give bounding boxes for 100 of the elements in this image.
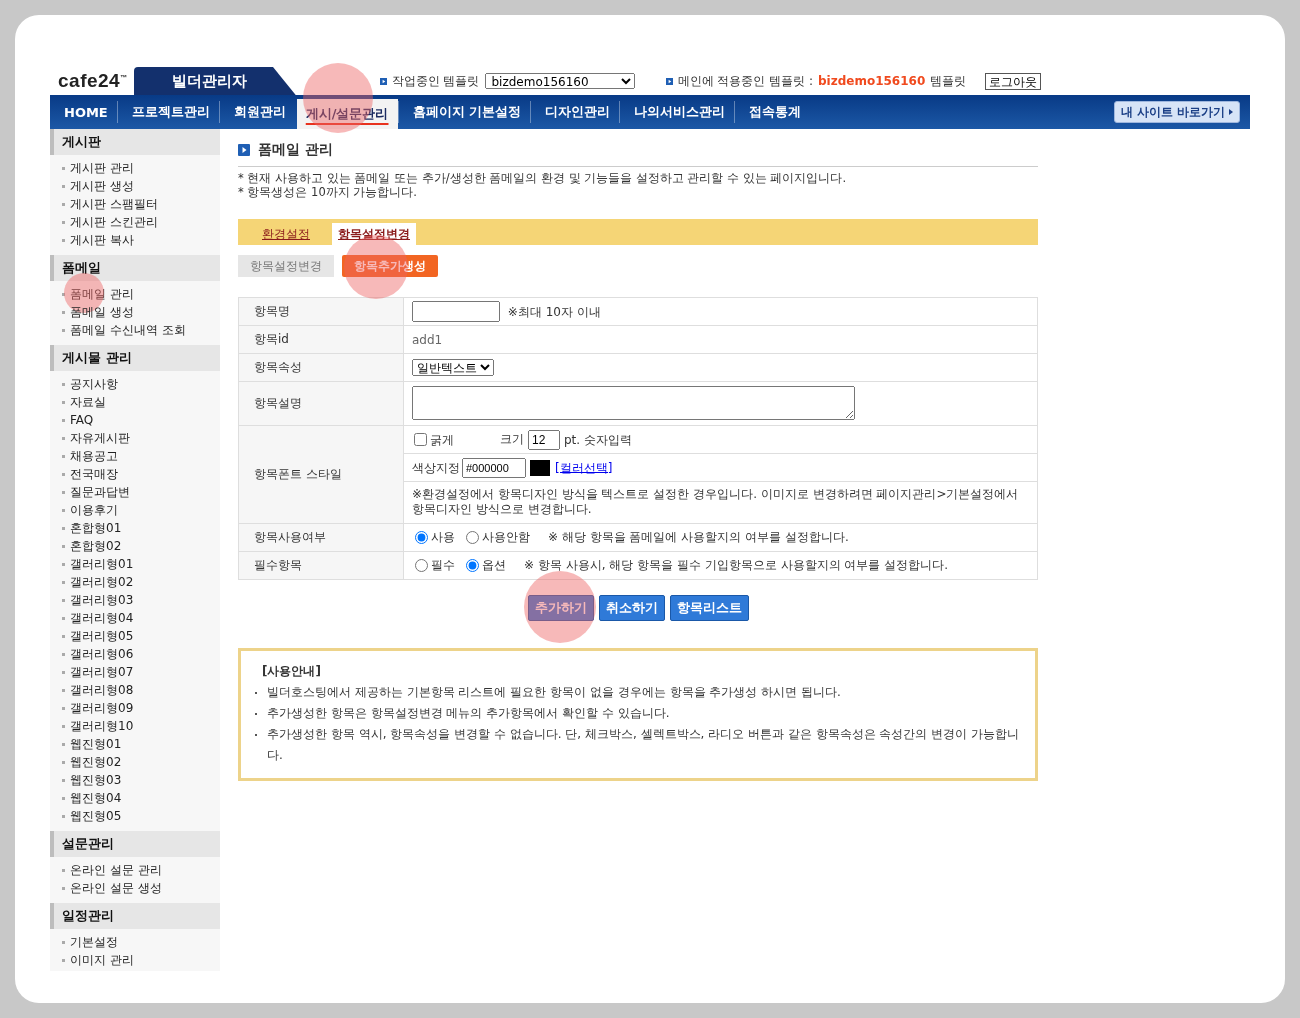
field-value: add1 bbox=[412, 332, 443, 347]
sidebar-item[interactable]: 갤러리형10 bbox=[70, 717, 134, 735]
note-text: * 항목생성은 10까지 가능합니다. bbox=[238, 185, 418, 199]
radio-label: 사용안함 bbox=[482, 530, 530, 544]
guide-text: 추가생성한 항목 역시, 항목속성을 변경할 수 없습니다. 단, 체크박스, 셀렉트박스, 라디오 버튼과 같은 항목속성은 속성간의 변경이 가능합니다. bbox=[267, 726, 1021, 764]
logout-button[interactable]: 로그아웃 bbox=[985, 72, 1042, 90]
nav-tab[interactable]: 게시/설문관리 bbox=[296, 99, 398, 129]
sidebar-heading: 게시판 bbox=[50, 129, 220, 155]
sidebar-heading: 게시물 관리 bbox=[50, 345, 220, 371]
sidebar-item[interactable]: 채용공고 bbox=[70, 447, 118, 465]
sidebar-item[interactable]: 자료실 bbox=[70, 393, 106, 411]
sidebar-item[interactable]: 온라인 설문 생성 bbox=[70, 879, 162, 897]
arrow-icon bbox=[1229, 108, 1233, 116]
field-label: 항목설명 bbox=[238, 381, 404, 426]
sidebar-item[interactable]: 혼합형02 bbox=[70, 537, 122, 555]
section-icon bbox=[238, 144, 250, 156]
input-field[interactable] bbox=[412, 301, 500, 322]
nav-tab[interactable]: 홈페이지 기본설정 bbox=[397, 101, 531, 123]
sidebar-item[interactable]: 갤러리형06 bbox=[70, 645, 134, 663]
sidebar-item[interactable]: 게시판 스킨관리 bbox=[70, 213, 158, 231]
template-label: 메인에 적용중인 템플릿 : bbox=[677, 72, 813, 90]
radio-label: 필수 bbox=[431, 558, 455, 572]
sidebar-item[interactable]: 폼메일 관리 bbox=[70, 285, 134, 303]
field-label: 항목폰트 스타일 bbox=[238, 425, 404, 524]
sidebar-item[interactable]: 웹진형02 bbox=[70, 753, 122, 771]
description-field[interactable] bbox=[412, 386, 855, 420]
nav-tab[interactable]: 회원관리 bbox=[218, 101, 295, 123]
sidebar-item[interactable]: 혼합형01 bbox=[70, 519, 122, 537]
tab[interactable]: 항목설정변경 bbox=[332, 223, 416, 245]
sidebar-item[interactable]: 이용후기 bbox=[70, 501, 118, 519]
sidebar-item[interactable]: 온라인 설문 관리 bbox=[70, 861, 162, 879]
sidebar-item[interactable]: 웹진형03 bbox=[70, 771, 122, 789]
color-picker-link[interactable]: [컬러선택] bbox=[555, 460, 613, 474]
sidebar-item[interactable]: 이미지 관리 bbox=[70, 951, 134, 969]
radio-label: 옵션 bbox=[482, 558, 506, 572]
radio-button[interactable] bbox=[466, 531, 479, 544]
nav-tab[interactable]: 디자인관리 bbox=[530, 101, 620, 123]
sidebar-item[interactable]: 질문과답변 bbox=[70, 483, 130, 501]
sidebar-item[interactable]: 전국매장 bbox=[70, 465, 118, 483]
unit-text: pt. 숫자입력 bbox=[564, 432, 632, 446]
template-select[interactable]: bizdemo156160 bbox=[484, 73, 635, 89]
size-label: 크기 bbox=[500, 432, 524, 446]
sidebar-item[interactable]: 자유게시판 bbox=[70, 429, 130, 447]
sidebar-item[interactable]: 게시판 복사 bbox=[70, 231, 134, 249]
color-field[interactable]: #000000 bbox=[462, 457, 526, 478]
sidebar-item[interactable]: 갤러리형07 bbox=[70, 663, 134, 681]
site-link-button[interactable]: 내 사이트 바로가기 bbox=[1113, 101, 1240, 123]
sidebar-item[interactable]: 갤러리형08 bbox=[70, 681, 134, 699]
sidebar-item[interactable]: 게시판 스팸필터 bbox=[70, 195, 158, 213]
sidebar-item[interactable]: 게시판 생성 bbox=[70, 177, 134, 195]
nav-tab[interactable]: 나의서비스관리 bbox=[619, 101, 735, 123]
field-label: 항목id bbox=[238, 325, 404, 354]
radio-label: 사용 bbox=[431, 530, 455, 544]
color-label: 색상지정 bbox=[412, 460, 460, 474]
size-field[interactable]: 12 bbox=[528, 429, 560, 450]
sidebar-item[interactable]: 갤러리형09 bbox=[70, 699, 134, 717]
nav-tab[interactable]: 접속통계 bbox=[734, 101, 811, 123]
field-label: 항목속성 bbox=[238, 353, 404, 382]
sidebar-item[interactable]: 폼메일 생성 bbox=[70, 303, 134, 321]
note-text: ※ 항목 사용시, 해당 항목을 필수 기입항목으로 사용할지의 여부를 설정합니다. bbox=[524, 558, 948, 572]
sidebar-item[interactable]: FAQ bbox=[70, 411, 94, 429]
sub-tab[interactable]: 항목설정변경 bbox=[238, 255, 334, 277]
guide-text: 빌더호스팅에서 제공하는 기본항목 리스트에 필요한 항목이 없을 경우에는 항목을 추가생성 하시면 됩니다. bbox=[267, 684, 841, 701]
sidebar-heading: 폼메일 bbox=[50, 255, 220, 281]
sidebar-item[interactable]: 폼메일 수신내역 조회 bbox=[70, 321, 186, 339]
logo: cafe24$^{™}$ bbox=[58, 69, 128, 91]
bold-checkbox[interactable] bbox=[414, 433, 427, 446]
template-name: bizdemo156160 bbox=[818, 74, 926, 88]
sidebar-item[interactable]: 갤러리형05 bbox=[70, 627, 134, 645]
sidebar-item[interactable]: 기본설정 bbox=[70, 933, 118, 951]
field-label: 항목사용여부 bbox=[238, 523, 404, 552]
page-title: 폼메일 관리 bbox=[258, 141, 333, 159]
sidebar-item[interactable]: 갤러리형03 bbox=[70, 591, 134, 609]
color-swatch bbox=[530, 459, 550, 476]
field-label: 필수항목 bbox=[238, 551, 404, 580]
nav-tab[interactable]: HOME bbox=[50, 101, 117, 123]
action-button[interactable]: 취소하기 bbox=[598, 595, 665, 621]
sidebar-item[interactable]: 갤러리형04 bbox=[70, 609, 134, 627]
radio-button[interactable] bbox=[466, 559, 479, 572]
sidebar-item[interactable]: 게시판 관리 bbox=[70, 159, 134, 177]
nav-tab[interactable]: 프로젝트관리 bbox=[116, 101, 219, 123]
sidebar-item[interactable]: 공지사항 bbox=[70, 375, 118, 393]
bullet-icon bbox=[379, 77, 387, 85]
note-text: * 현재 사용하고 있는 폼메일 또는 추가/생성한 폼메일의 환경 및 기능들을 설정하고 관리할 수 있는 페이지입니다. bbox=[238, 171, 848, 185]
guide-text: 추가생성한 항목은 항목설정변경 메뉴의 추가항목에서 확인할 수 있습니다. bbox=[267, 705, 670, 722]
note-text: ※환경설정에서 항목디자인 방식을 텍스트로 설정한 경우입니다. 이미지로 변경하려면 페이지관리>기본설정에서 항목디자인 방식으로 변경합니다. bbox=[412, 487, 1019, 516]
sidebar-heading: 설문관리 bbox=[50, 831, 220, 857]
template-label: 템플릿 bbox=[930, 72, 967, 90]
action-button[interactable]: 항목리스트 bbox=[669, 595, 749, 621]
sidebar-item[interactable]: 웹진형05 bbox=[70, 807, 122, 825]
radio-button[interactable] bbox=[415, 559, 428, 572]
note-text: ※ 해당 항목을 폼메일에 사용할지의 여부를 설정합니다. bbox=[548, 530, 849, 544]
radio-button[interactable] bbox=[415, 531, 428, 544]
sidebar-item[interactable]: 웹진형04 bbox=[70, 789, 122, 807]
type-select[interactable]: 일반텍스트 bbox=[412, 359, 494, 376]
sidebar-item[interactable]: 웹진형01 bbox=[70, 735, 122, 753]
bullet-icon bbox=[665, 77, 673, 85]
sidebar-item[interactable]: 갤러리형01 bbox=[70, 555, 134, 573]
tab[interactable]: 환경설정 bbox=[256, 223, 316, 245]
sidebar-item[interactable]: 갤러리형02 bbox=[70, 573, 134, 591]
